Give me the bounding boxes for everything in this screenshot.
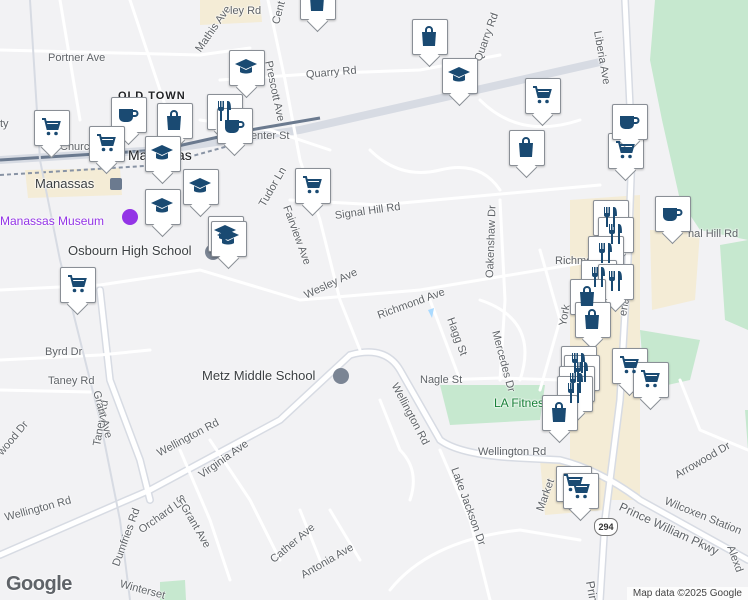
street-label: ley Rd — [230, 5, 262, 17]
street-label: Portner Ave — [48, 52, 106, 64]
grocery-marker[interactable] — [89, 126, 125, 172]
street-label: Nagle St — [420, 374, 463, 386]
museum-icon — [122, 209, 138, 225]
school-marker[interactable] — [229, 50, 265, 96]
grocery-marker[interactable] — [633, 362, 669, 408]
map-canvas[interactable]: OLD TOWN Manassas Manassas Manassas Muse… — [0, 0, 748, 600]
map-attribution[interactable]: Map data ©2025 Google — [626, 587, 748, 600]
google-logo: Google — [6, 573, 72, 595]
school-marker[interactable] — [183, 169, 219, 215]
grocery-marker[interactable] — [563, 473, 599, 519]
school-marker[interactable] — [145, 136, 181, 182]
cafe-marker[interactable] — [655, 196, 691, 242]
museum-label: Manassas Museum — [0, 214, 105, 228]
school-label: Osbourn High School — [68, 243, 192, 258]
school-marker[interactable] — [442, 58, 478, 104]
school-poi-icon — [333, 368, 349, 384]
school-label: Metz Middle School — [202, 368, 316, 383]
grocery-marker[interactable] — [295, 168, 331, 214]
shopping-marker[interactable] — [300, 0, 336, 30]
route-shield: 294 — [594, 518, 618, 536]
street-label: Taney Rd — [48, 375, 95, 387]
grocery-marker[interactable] — [34, 110, 70, 156]
street-label: ty — [0, 118, 9, 130]
shopping-marker[interactable] — [575, 302, 611, 348]
shopping-marker[interactable] — [509, 130, 545, 176]
school-marker[interactable] — [145, 189, 181, 235]
street-label: Byrd Dr — [45, 346, 83, 358]
grocery-marker[interactable] — [525, 78, 561, 124]
street-label: nal Hill Rd — [688, 228, 739, 240]
street-label: Wellington Rd — [478, 446, 547, 458]
train-station-icon — [110, 178, 122, 190]
cafe-marker[interactable] — [217, 108, 253, 154]
grocery-marker[interactable] — [60, 267, 96, 313]
station-label: Manassas — [35, 176, 95, 191]
school-marker[interactable] — [211, 221, 247, 267]
street-label: Oakenshaw Dr — [484, 205, 499, 279]
